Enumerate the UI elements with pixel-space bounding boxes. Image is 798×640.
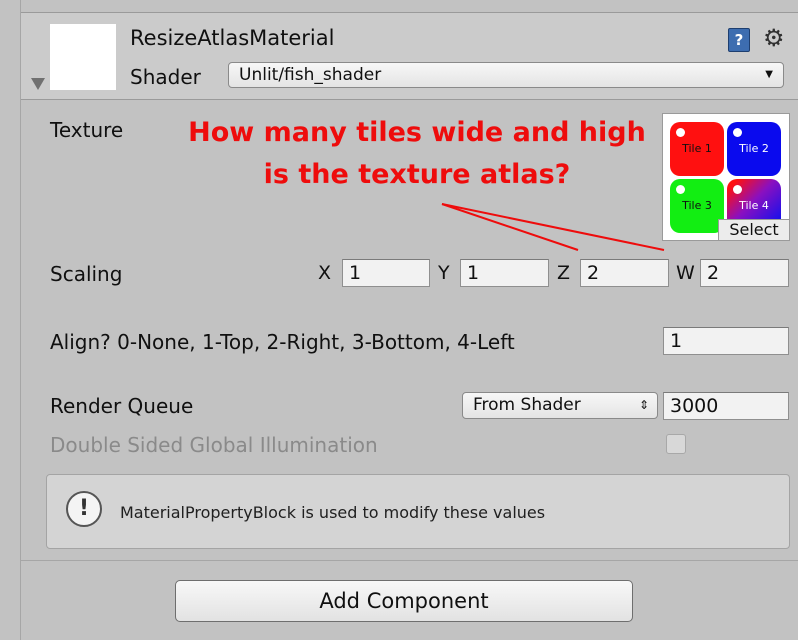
atlas-tile-3: Tile 3 (670, 179, 724, 233)
scaling-y-field[interactable]: 1 (460, 259, 549, 287)
render-queue-mode-select[interactable]: From Shader ⇕ (462, 392, 658, 419)
scaling-x-field[interactable]: 1 (342, 259, 430, 287)
render-queue-value-field[interactable]: 3000 (663, 392, 789, 420)
scaling-label: Scaling (50, 262, 123, 286)
dsgi-checkbox[interactable] (666, 434, 686, 454)
tile-dot-icon (676, 128, 685, 137)
render-queue-label: Render Queue (50, 394, 194, 418)
scaling-z-field[interactable]: 2 (580, 259, 669, 287)
align-field[interactable]: 1 (663, 327, 789, 355)
scaling-w-label: W (676, 262, 695, 284)
divider (21, 560, 798, 561)
align-label: Align? 0-None, 1-Top, 2-Right, 3-Bottom,… (50, 330, 515, 354)
atlas-tile-1: Tile 1 (670, 122, 724, 176)
atlas-tile-1-label: Tile 1 (682, 142, 712, 155)
dsgi-label: Double Sided Global Illumination (50, 433, 378, 457)
atlas-tile-4-label: Tile 4 (739, 199, 769, 212)
scaling-y-label: Y (438, 262, 450, 284)
scaling-x-label: X (318, 262, 332, 284)
tile-dot-icon (733, 185, 742, 194)
render-queue-mode-value: From Shader (473, 395, 581, 415)
tile-dot-icon (733, 128, 742, 137)
updown-arrows-icon: ⇕ (638, 398, 649, 412)
info-exclamation-icon: ! (66, 491, 102, 527)
atlas-tile-3-label: Tile 3 (682, 199, 712, 212)
scaling-w-field[interactable]: 2 (700, 259, 789, 287)
info-text: MaterialPropertyBlock is used to modify … (120, 503, 546, 522)
atlas-tile-2: Tile 2 (727, 122, 781, 176)
add-component-button[interactable]: Add Component (175, 580, 633, 622)
texture-select-button[interactable]: Select (718, 219, 790, 241)
annotation-arrow-w (441, 203, 665, 251)
scaling-z-label: Z (557, 262, 571, 284)
atlas-tile-2-label: Tile 2 (739, 142, 769, 155)
tile-dot-icon (676, 185, 685, 194)
